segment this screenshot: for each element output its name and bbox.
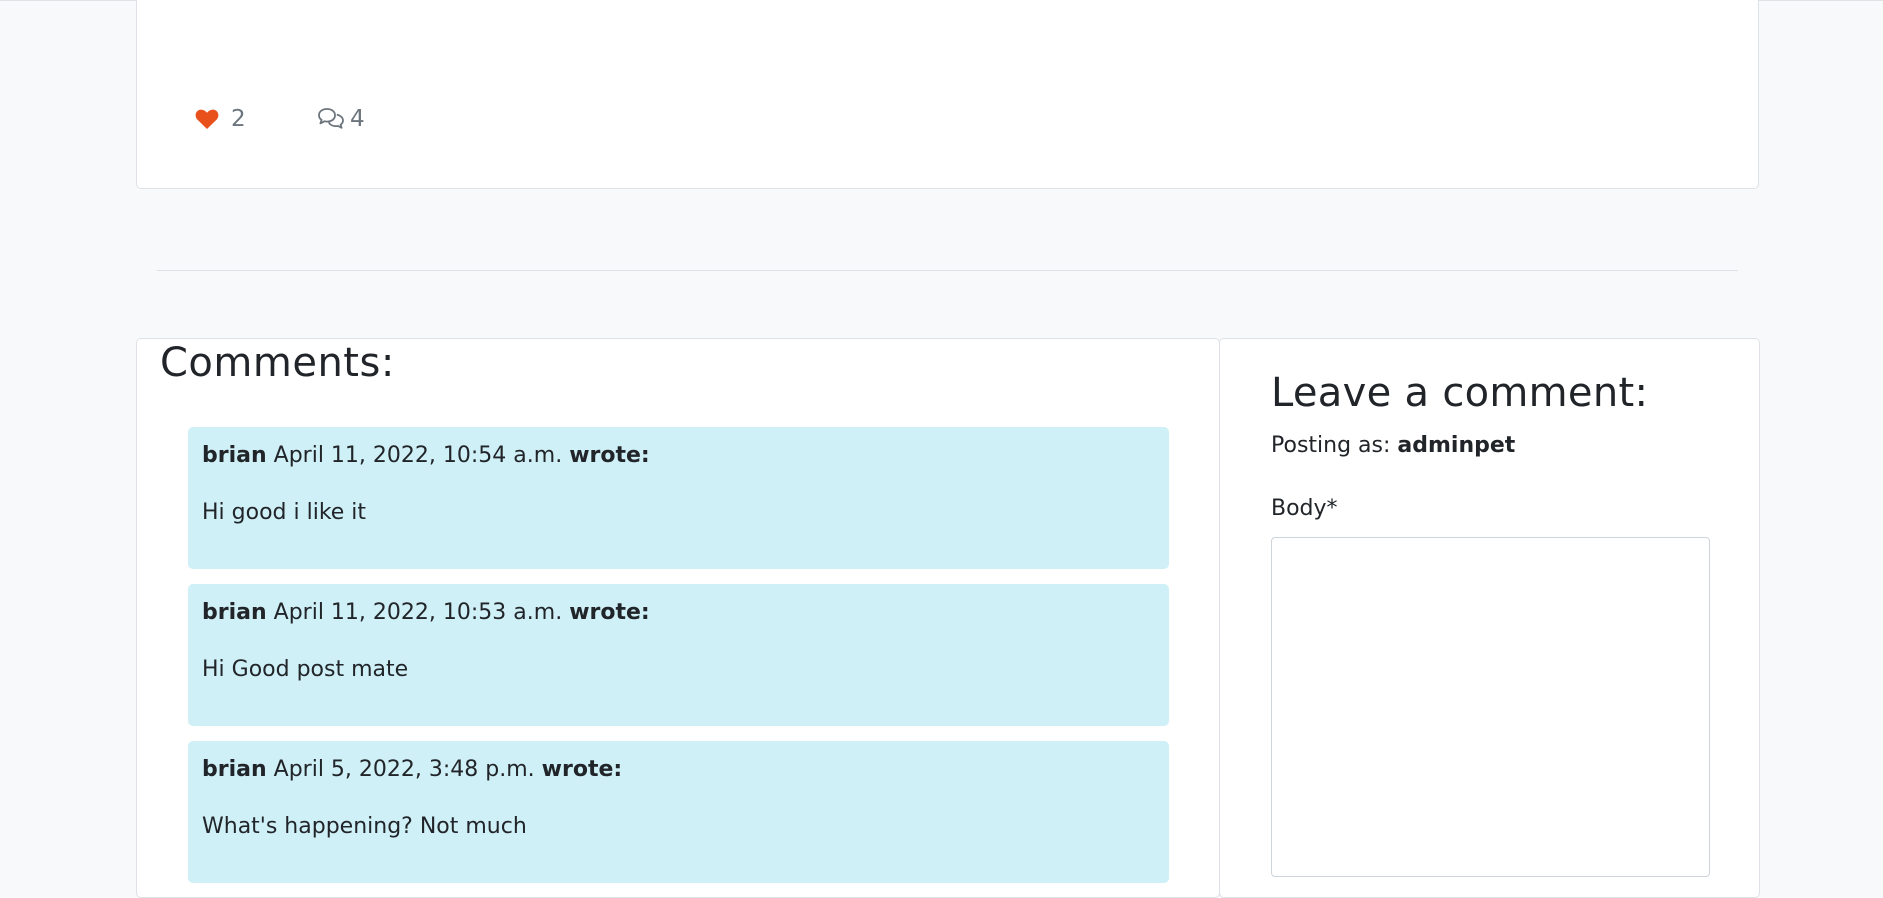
comment-wrote-label: wrote: xyxy=(569,443,650,468)
comments-panel: Comments: brian April 11, 2022, 10:54 a.… xyxy=(136,338,1220,898)
comment-form-panel: Leave a comment: Posting as: adminpet Bo… xyxy=(1219,338,1760,898)
likes-count: 2 xyxy=(231,106,246,132)
comment-author: brian xyxy=(202,443,267,468)
comments-count: 4 xyxy=(350,106,365,132)
comment-form-title: Leave a comment: xyxy=(1271,370,1649,416)
chat-bubbles-icon xyxy=(317,107,345,131)
heart-icon xyxy=(195,108,219,130)
comment-author: brian xyxy=(202,600,267,625)
post-card: 2 4 xyxy=(136,0,1759,189)
comment-date: April 11, 2022, 10:53 a.m. xyxy=(273,600,563,625)
comment-wrote-label: wrote: xyxy=(569,600,650,625)
comment-meta: brian April 5, 2022, 3:48 p.m. wrote: xyxy=(202,756,622,784)
current-username: adminpet xyxy=(1397,433,1516,458)
comment-body: What's happening? Not much xyxy=(202,814,527,839)
comment-item: brian April 11, 2022, 10:53 a.m. wrote: … xyxy=(188,584,1169,726)
comment-date: April 11, 2022, 10:54 a.m. xyxy=(273,443,563,468)
comment-body: Hi good i like it xyxy=(202,500,367,525)
comment-body: Hi Good post mate xyxy=(202,657,409,682)
posting-as-line: Posting as: adminpet xyxy=(1271,431,1515,461)
comment-meta: brian April 11, 2022, 10:54 a.m. wrote: xyxy=(202,442,650,470)
comments-title: Comments: xyxy=(160,340,395,386)
comment-date: April 5, 2022, 3:48 p.m. xyxy=(273,757,535,782)
comments-count-link[interactable]: 4 xyxy=(317,106,365,132)
like-button[interactable]: 2 xyxy=(195,106,246,132)
section-divider xyxy=(157,270,1738,271)
posting-as-label: Posting as: xyxy=(1271,433,1391,458)
comment-item: brian April 11, 2022, 10:54 a.m. wrote: … xyxy=(188,427,1169,569)
comment-meta: brian April 11, 2022, 10:53 a.m. wrote: xyxy=(202,599,650,627)
comment-author: brian xyxy=(202,757,267,782)
comment-item: brian April 5, 2022, 3:48 p.m. wrote: Wh… xyxy=(188,741,1169,883)
comment-body-textarea[interactable] xyxy=(1271,537,1710,877)
body-field-label: Body* xyxy=(1271,496,1338,521)
comment-wrote-label: wrote: xyxy=(541,757,623,782)
